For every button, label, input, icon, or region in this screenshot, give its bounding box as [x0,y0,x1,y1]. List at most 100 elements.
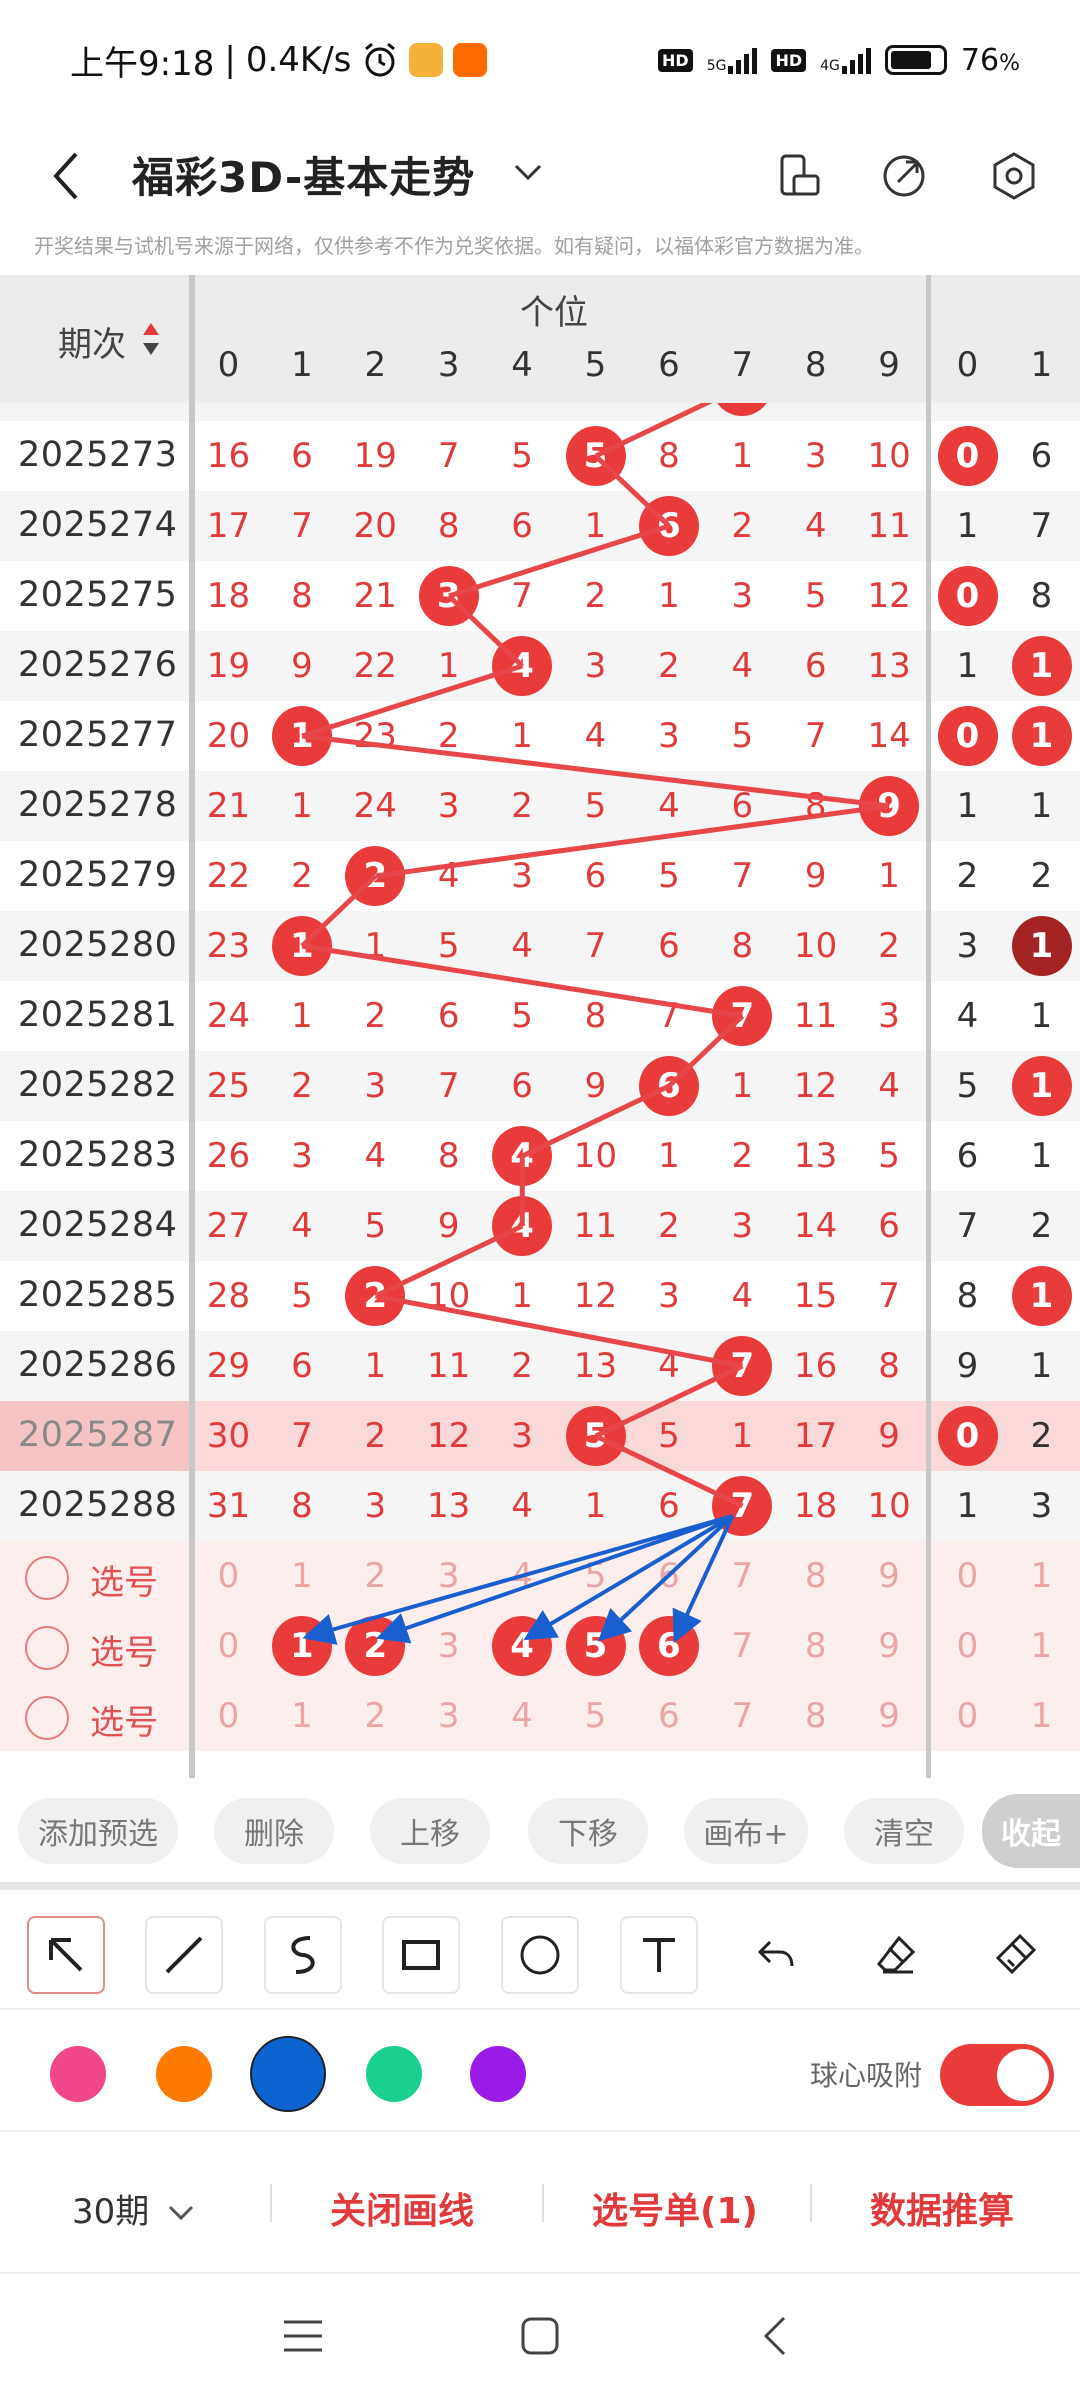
clear-button[interactable]: 清空 [844,1798,964,1864]
drawing-toolbar [0,1890,1080,2010]
digit-header-9: 9 [878,345,900,385]
trend-line-segment [301,663,524,739]
eraser-tool[interactable] [857,1916,935,1994]
page-title[interactable]: 福彩3D-基本走势 [132,144,475,205]
add-preselect-button[interactable]: 添加预选 [18,1798,178,1864]
digit-header-8: 8 [804,345,827,385]
text-tool[interactable] [620,1916,698,1994]
digit-header-1: 1 [291,345,313,385]
move-down-button[interactable]: 下移 [528,1798,648,1864]
units-group-header: 个位 [520,293,588,333]
menu-icon[interactable] [282,2318,324,2354]
landscape-rotate-icon[interactable] [772,150,824,202]
color-picker-row: 球心吸附 [0,2012,1080,2132]
trend-line-segment [448,523,670,599]
color-swatch-purple[interactable] [470,2046,526,2102]
color-swatch-pink[interactable] [50,2046,106,2102]
digit-header-7: 7 [731,345,754,385]
move-up-button[interactable]: 上移 [370,1798,490,1864]
trend-line-segment [593,454,671,528]
settings-icon[interactable] [988,150,1040,202]
snap-to-ball-toggle[interactable] [940,2044,1054,2106]
period-count-select[interactable]: 30期 [72,2184,196,2233]
trend-line-segment [667,1014,745,1088]
trend-line-segment [594,1433,744,1509]
digit-header-4: 4 [511,345,533,385]
app-header: 福彩3D-基本走势 [0,120,1080,240]
divider [270,2184,272,2222]
back-icon[interactable] [760,2314,790,2358]
system-nav-bar [0,2276,1080,2400]
trend-line-segment [374,1223,524,1299]
curve-icon [291,1936,315,1974]
color-swatch-orange[interactable] [156,2046,212,2102]
divider [542,2184,544,2222]
digit-header-0: 0 [217,345,240,385]
pick-list-button[interactable]: 选号单(1) [592,2182,758,2234]
disclaimer-text: 开奖结果与试机号来源于网络，仅供参考不作为兑奖依据。如有疑问，以福体彩官方数据为… [34,234,874,258]
extra-digit-header-0: 0 [956,345,979,385]
text-icon [643,1938,675,1972]
horizontal-scrollbar[interactable] [0,1882,1080,1890]
collapse-button[interactable]: 收起 [982,1794,1080,1868]
alarm-icon [365,42,396,77]
trend-line-segment [300,874,378,948]
extra-digit-header-1: 1 [1030,345,1053,385]
toggle-knob [997,2049,1049,2101]
circle-icon [520,1935,560,1975]
status-speed: 0.4K/s [245,40,352,80]
digit-header-2: 2 [364,345,387,385]
trend-line-segment [301,943,743,1019]
trend-line-segment [301,733,890,809]
column-divider [189,275,195,1778]
line-tool[interactable] [145,1916,223,1994]
sort-icon[interactable] [140,319,162,359]
signal-5g-icon: 5G [707,46,758,74]
back-arrow-icon[interactable] [44,146,88,206]
curve-tool[interactable] [264,1916,342,1994]
period-column-header[interactable]: 期次 [58,317,126,366]
battery-icon [884,45,947,75]
digit-header-3: 3 [437,345,460,385]
signal-4g-icon: 4G [820,46,871,74]
color-swatch-blue[interactable] [250,2036,326,2112]
eraser-icon [877,1935,916,1974]
canvas-plus-button[interactable]: 画布+ [684,1798,808,1864]
trend-table: 期次 个位 012345678901 202527215518643772925… [0,275,1080,1778]
undo-icon [757,1940,794,1967]
chevron-down-icon [169,2205,194,2221]
trend-line-segment [447,594,525,668]
mi-app-icon [453,43,488,77]
close-drawing-button[interactable]: 关闭画线 [330,2182,474,2234]
divider [810,2184,812,2222]
trend-line-segment [375,1293,743,1369]
rectangle-icon [402,1940,440,1970]
snap-to-ball-label: 球心吸附 [810,2059,923,2092]
brush-icon [995,1933,1037,1975]
select-arrow-tool[interactable] [27,1916,105,1994]
trend-line-segment [521,1083,671,1159]
undo-tool[interactable] [738,1916,816,1994]
column-divider [926,275,931,1778]
digit-header-6: 6 [658,345,680,385]
trend-line-segment [375,803,890,879]
home-icon[interactable] [520,2316,560,2356]
status-bar: 上午9:18 | 0.4K/s HD 5G HD 4G 76% [0,0,1080,120]
trend-line-segment [594,1363,744,1439]
status-time: 上午9:18 [70,43,215,84]
hd-icon-2: HD [771,48,807,72]
circle-tool[interactable] [501,1916,579,1994]
action-bar: 添加预选 删除 上移 下移 画布+ 清空 收起 [0,1778,1080,1882]
rectangle-tool[interactable] [382,1916,460,1994]
data-calculation-button[interactable]: 数据推算 [870,2182,1014,2234]
hd-icon: HD [658,48,693,72]
clear-brush-tool[interactable] [976,1916,1054,1994]
chevron-down-icon[interactable] [512,160,544,184]
digit-header-5: 5 [584,345,607,385]
delete-button[interactable]: 删除 [214,1798,334,1864]
bottom-action-footer: 30期 关闭画线 选号单(1) 数据推算 [0,2134,1080,2274]
arrow-up-left-icon [49,1938,83,1972]
trend-lines-overlay [300,383,890,1645]
share-icon[interactable] [878,150,930,202]
color-swatch-green[interactable] [366,2046,422,2102]
